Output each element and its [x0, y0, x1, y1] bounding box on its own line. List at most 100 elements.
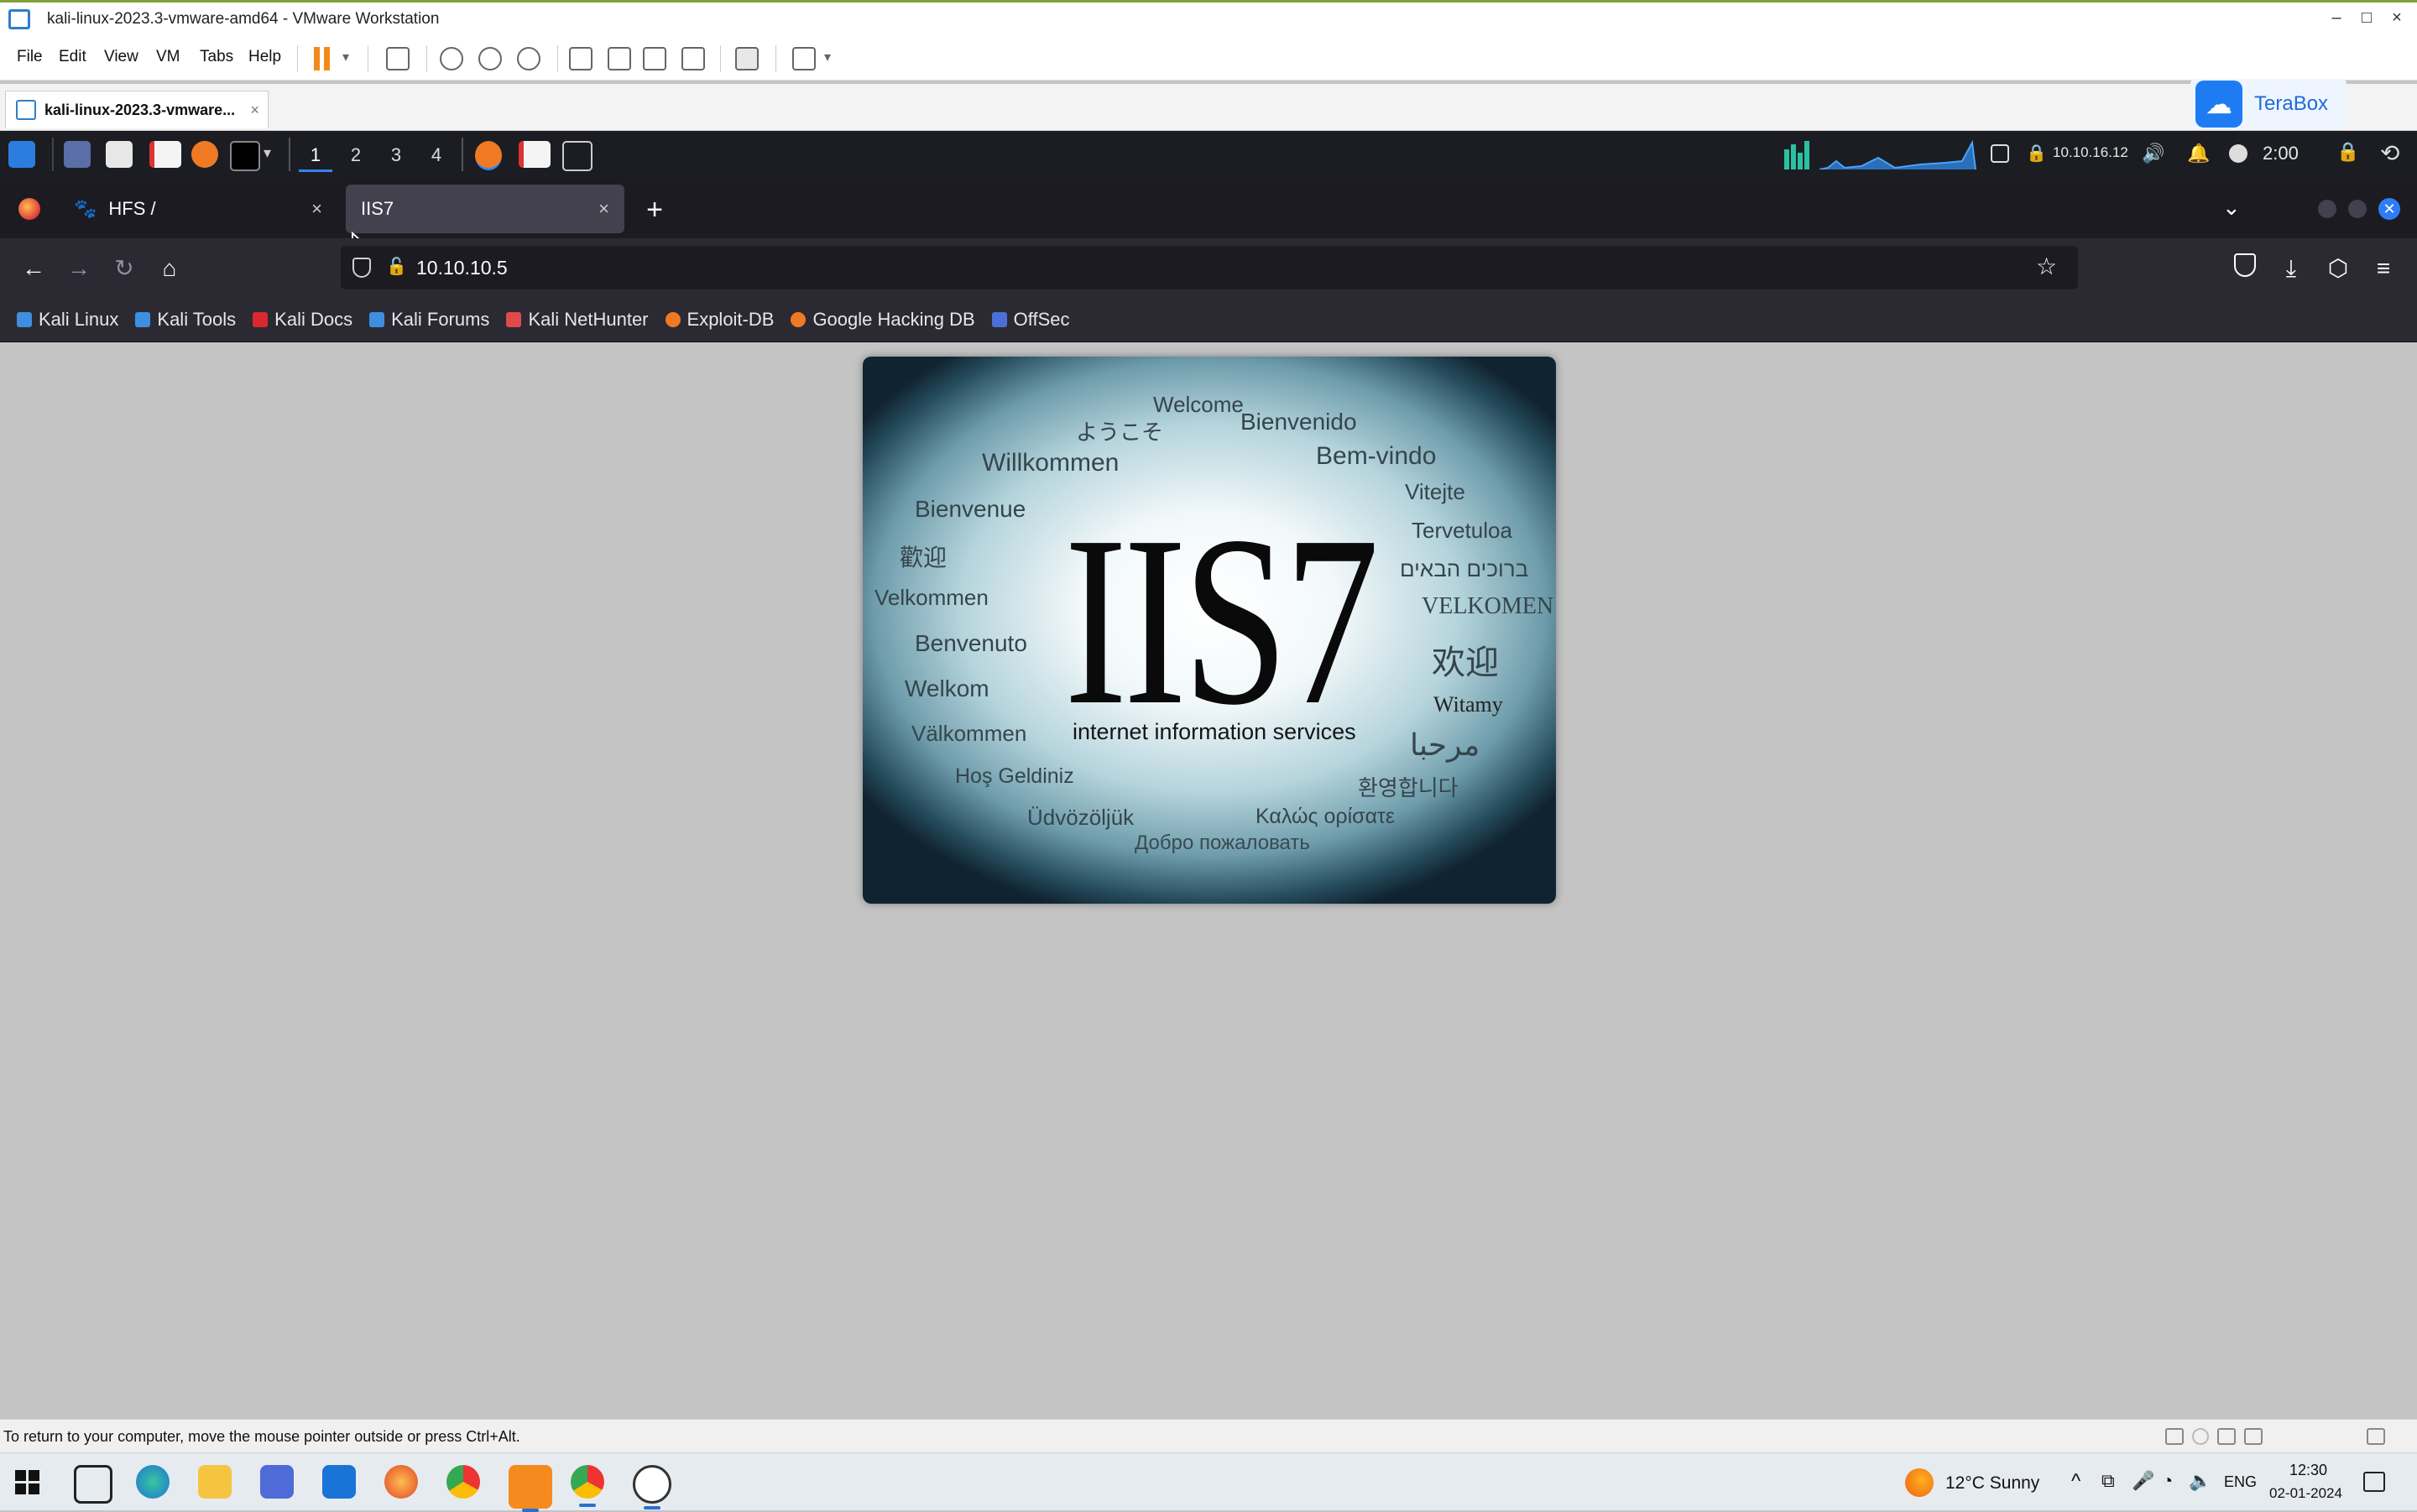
downloads-icon[interactable]: ⤓	[2274, 252, 2308, 285]
chrome-icon[interactable]	[446, 1465, 480, 1499]
iis7-welcome-image[interactable]: IIS7 internet information services Welco…	[863, 357, 1556, 904]
url-bar[interactable]: 🔓 10.10.10.5 ☆	[341, 246, 2078, 289]
bookmark-kali-linux[interactable]: Kali Linux	[17, 309, 118, 331]
message-log-icon[interactable]	[2367, 1428, 2385, 1445]
volume-icon[interactable]: 🔊	[2142, 143, 2164, 164]
list-all-tabs-chevron-icon[interactable]: ⌄	[2222, 195, 2241, 221]
firefox-taskbar-icon[interactable]	[384, 1465, 418, 1499]
terabox-widget[interactable]: ☁ TeraBox	[2190, 79, 2347, 129]
chevron-down-icon[interactable]: ▾	[824, 49, 831, 65]
editor-window-icon[interactable]	[519, 141, 551, 168]
notification-bell-icon[interactable]: 🔔	[2187, 143, 2210, 164]
workspace-2[interactable]: 2	[339, 141, 373, 169]
microsoft-store-icon[interactable]	[260, 1465, 294, 1499]
home-icon[interactable]: ⌂	[153, 252, 186, 285]
workspace-3[interactable]: 3	[379, 141, 413, 169]
windows-start-icon[interactable]	[15, 1470, 40, 1495]
usb-icon[interactable]	[2244, 1428, 2263, 1445]
console-view-icon[interactable]	[735, 47, 759, 70]
tab-close-button[interactable]: ×	[598, 198, 609, 220]
revert-snapshot-icon[interactable]	[478, 47, 502, 70]
hdd-icon[interactable]	[2165, 1428, 2184, 1445]
tab-hfs[interactable]: 🐾 HFS / ×	[59, 185, 337, 233]
new-tab-button[interactable]: +	[638, 193, 671, 227]
minimize-button[interactable]: –	[2325, 6, 2348, 29]
bookmark-google-hacking-db[interactable]: Google Hacking DB	[791, 309, 975, 331]
insecure-lock-icon[interactable]: 🔓	[386, 256, 407, 277]
weather-icon[interactable]	[1905, 1468, 1934, 1497]
onedrive-icon[interactable]: ⧉	[2101, 1470, 2115, 1492]
task-view-icon[interactable]	[74, 1465, 112, 1504]
taskbar-time[interactable]: 12:30	[2289, 1462, 2327, 1479]
display-icon[interactable]	[1991, 144, 2009, 163]
unity-icon[interactable]	[681, 47, 705, 70]
terminal-icon[interactable]	[230, 141, 260, 171]
pause-vm-button[interactable]	[314, 45, 331, 72]
language-indicator[interactable]: ENG	[2224, 1473, 2257, 1491]
firefox-launcher-icon[interactable]	[191, 141, 218, 168]
menu-file[interactable]: File	[17, 48, 43, 66]
wifi-icon[interactable]: ◔	[2162, 1470, 2173, 1492]
chevron-down-icon[interactable]: ▾	[264, 144, 271, 162]
fullscreen-icon[interactable]	[643, 47, 666, 70]
cd-icon[interactable]	[2192, 1428, 2209, 1445]
menu-vm[interactable]: VM	[156, 48, 180, 66]
back-arrow-icon[interactable]: ←	[17, 252, 50, 285]
mail-icon[interactable]	[322, 1465, 356, 1499]
file-manager-icon[interactable]	[106, 141, 133, 168]
vm-tab[interactable]: kali-linux-2023.3-vmware... ×	[5, 91, 269, 128]
bookmark-star-icon[interactable]: ☆	[2036, 253, 2057, 280]
bookmark-exploit-db[interactable]: Exploit-DB	[665, 309, 774, 331]
close-browser-button[interactable]: ✕	[2378, 198, 2400, 220]
close-window-button[interactable]: ×	[2385, 6, 2409, 29]
notification-center-icon[interactable]	[2363, 1472, 2385, 1492]
forward-arrow-icon[interactable]: →	[62, 252, 96, 285]
maximize-button[interactable]: □	[2355, 6, 2378, 29]
app-menu-icon[interactable]: ≡	[2367, 252, 2400, 285]
library-icon[interactable]	[569, 47, 593, 70]
bookmark-offsec[interactable]: OffSec	[991, 309, 1070, 331]
stretch-guest-icon[interactable]	[792, 47, 816, 70]
bookmark-kali-docs[interactable]: Kali Docs	[253, 309, 352, 331]
show-desktop-icon[interactable]	[64, 141, 91, 168]
bookmark-kali-forums[interactable]: Kali Forums	[369, 309, 489, 331]
menu-tabs[interactable]: Tabs	[200, 48, 233, 66]
minimize-browser-button[interactable]	[2318, 200, 2336, 218]
bookmark-kali-nethunter[interactable]: Kali NetHunter	[506, 309, 649, 331]
network-adapter-icon[interactable]	[2217, 1428, 2236, 1445]
firefox-view-icon[interactable]	[18, 198, 40, 220]
reload-icon[interactable]: ↻	[107, 252, 141, 285]
snapshot-icon[interactable]	[440, 47, 463, 70]
weather-text[interactable]: 12°C Sunny	[1945, 1473, 2039, 1494]
workspace-1[interactable]: 1	[299, 141, 332, 172]
vm-tab-close-button[interactable]: ×	[250, 102, 259, 119]
microphone-icon[interactable]: 🎤	[2132, 1470, 2154, 1492]
workspace-4[interactable]: 4	[420, 141, 453, 169]
kali-menu-icon[interactable]	[8, 141, 35, 168]
chrome-profile-icon[interactable]	[571, 1465, 604, 1507]
menu-help[interactable]: Help	[248, 48, 281, 66]
vmware-taskbar-icon[interactable]	[509, 1465, 552, 1512]
tab-iis7[interactable]: IIS7 ×	[346, 185, 624, 233]
logout-icon[interactable]: ⟲	[2380, 139, 2399, 167]
bookmark-kali-tools[interactable]: Kali Tools	[135, 309, 236, 331]
screenshot-window-icon[interactable]	[562, 141, 593, 171]
snapshot-manager-icon[interactable]	[517, 47, 540, 70]
file-explorer-icon[interactable]	[198, 1465, 232, 1499]
tracking-protection-shield-icon[interactable]	[352, 258, 371, 278]
thumbnail-bar-icon[interactable]	[608, 47, 631, 70]
pocket-icon[interactable]	[2234, 253, 2256, 277]
url-text[interactable]: 10.10.10.5	[416, 257, 508, 279]
taskbar-date[interactable]: 02-01-2024	[2269, 1485, 2342, 1502]
lock-screen-icon[interactable]: 🔒	[2336, 141, 2359, 163]
firefox-window-icon[interactable]	[475, 141, 502, 170]
edge-icon[interactable]	[136, 1465, 170, 1499]
recorder-icon[interactable]	[633, 1465, 671, 1509]
speaker-icon[interactable]: 🔈	[2189, 1470, 2211, 1492]
extensions-icon[interactable]: ⬡	[2321, 252, 2355, 285]
send-ctrl-alt-del-icon[interactable]	[386, 47, 410, 70]
menu-view[interactable]: View	[104, 48, 138, 66]
tab-close-button[interactable]: ×	[311, 198, 322, 220]
maximize-browser-button[interactable]	[2348, 200, 2367, 218]
tray-chevron-up-icon[interactable]: ^	[2071, 1470, 2080, 1494]
